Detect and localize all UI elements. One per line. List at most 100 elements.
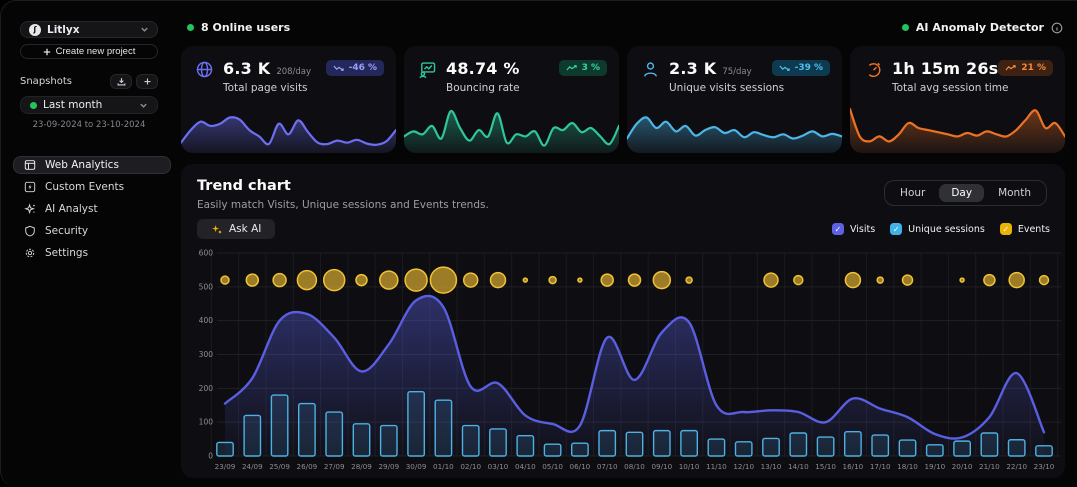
tab-day[interactable]: Day (939, 184, 984, 202)
tab-hour[interactable]: Hour (888, 184, 937, 202)
svg-text:16/10: 16/10 (843, 462, 864, 471)
svg-text:22/10: 22/10 (1006, 462, 1027, 471)
plus-icon (43, 48, 51, 56)
snapshots-label: Snapshots (20, 76, 106, 87)
svg-text:0: 0 (208, 452, 213, 461)
sidebar-item-label: AI Analyst (45, 203, 98, 215)
create-project-button[interactable]: Create new project (20, 44, 158, 59)
legend-visits-checkbox[interactable]: Visits (832, 223, 875, 235)
svg-text:26/09: 26/09 (297, 462, 318, 471)
svg-text:02/10: 02/10 (460, 462, 481, 471)
sidebar-item-custom-events[interactable]: Custom Events (13, 178, 171, 196)
plus-icon (143, 77, 152, 86)
svg-text:300: 300 (199, 350, 214, 359)
trend-badge: 21 % (998, 60, 1053, 76)
project-name: Litlyx (47, 24, 134, 36)
trend-badge-value: -39 % (795, 63, 823, 73)
svg-text:20/10: 20/10 (952, 462, 973, 471)
trend-down-icon (333, 64, 344, 72)
checkbox-checked-icon (890, 223, 902, 235)
trend-up-icon (566, 64, 577, 72)
sidebar-item-label: Custom Events (45, 181, 124, 193)
info-icon[interactable] (1051, 22, 1063, 34)
chevron-down-icon (140, 25, 149, 34)
sparkline-chart (627, 101, 842, 153)
chevron-down-icon (139, 101, 148, 110)
app-window: ʃ Litlyx Create new project Snapshots La… (0, 0, 1077, 487)
sparkline-chart (404, 101, 619, 153)
gear-icon (24, 247, 36, 259)
svg-text:10/10: 10/10 (679, 462, 700, 471)
stat-card-unique-sessions: 2.3 K 75/day Unique visits sessions -39 … (627, 46, 842, 153)
sparkline-chart (850, 101, 1065, 153)
stat-card-total-page-visits: 6.3 K 208/day Total page visits -46 % (181, 46, 396, 153)
main-content: 8 Online users AI Anomaly Detector 6.3 K… (181, 1, 1077, 487)
ai-sparkle-icon (211, 224, 222, 235)
trend-chart-title: Trend chart (197, 178, 291, 194)
trend-badge-value: 3 % (582, 63, 600, 73)
svg-text:28/09: 28/09 (351, 462, 372, 471)
svg-text:400: 400 (199, 316, 214, 325)
sidebar-item-security[interactable]: Security (13, 222, 171, 240)
stat-card-avg-session-time: 1h 15m 26s Total avg session time 21 % (850, 46, 1065, 153)
svg-text:21/10: 21/10 (979, 462, 1000, 471)
litlyx-logo-icon: ʃ (29, 24, 41, 36)
svg-text:100: 100 (199, 418, 214, 427)
browser-layout-icon (24, 159, 36, 171)
sidebar-item-web-analytics[interactable]: Web Analytics (13, 156, 171, 174)
sparkles-icon (24, 203, 36, 215)
stat-card-bouncing-rate: 48.74 % Bouncing rate 3 % (404, 46, 619, 153)
trend-down-icon (779, 64, 790, 72)
svg-text:08/10: 08/10 (624, 462, 645, 471)
svg-text:27/09: 27/09 (324, 462, 345, 471)
stat-label: Unique visits sessions (669, 82, 784, 94)
sidebar-item-label: Security (45, 225, 88, 237)
svg-text:24/09: 24/09 (242, 462, 263, 471)
svg-text:06/10: 06/10 (570, 462, 591, 471)
lightning-square-icon (24, 181, 36, 193)
svg-text:18/10: 18/10 (897, 462, 918, 471)
svg-text:11/10: 11/10 (706, 462, 727, 471)
sidebar-item-ai-analyst[interactable]: AI Analyst (13, 200, 171, 218)
snapshot-selected-value: Last month (43, 99, 133, 111)
stat-value: 2.3 K (669, 59, 716, 78)
stat-cards-row: 6.3 K 208/day Total page visits -46 % (181, 46, 1065, 153)
trend-badge-value: -46 % (349, 63, 377, 73)
legend-events-checkbox[interactable]: Events (1000, 223, 1050, 235)
svg-text:15/10: 15/10 (815, 462, 836, 471)
legend-unique-sessions-checkbox[interactable]: Unique sessions (890, 223, 985, 235)
trend-chart-subtitle: Easily match Visits, Unique sessions and… (197, 199, 489, 211)
anomaly-status-dot (902, 24, 909, 31)
project-select[interactable]: ʃ Litlyx (20, 21, 158, 38)
svg-text:01/10: 01/10 (433, 462, 454, 471)
svg-text:14/10: 14/10 (788, 462, 809, 471)
time-range-tabs: Hour Day Month (884, 180, 1047, 206)
online-users-label: 8 Online users (201, 21, 290, 34)
snapshot-export-button[interactable] (110, 74, 132, 89)
download-icon (117, 77, 126, 86)
sidebar-item-settings[interactable]: Settings (13, 244, 171, 262)
svg-text:07/10: 07/10 (597, 462, 618, 471)
snapshot-add-button[interactable] (136, 74, 158, 89)
stat-label: Total avg session time (892, 82, 1008, 94)
snapshot-date-range: 23-09-2024 to 23-10-2024 (1, 120, 177, 130)
globe-icon (195, 60, 214, 83)
svg-text:04/10: 04/10 (515, 462, 536, 471)
online-users-indicator: 8 Online users (187, 21, 290, 34)
tab-month[interactable]: Month (986, 184, 1043, 202)
svg-text:09/10: 09/10 (651, 462, 672, 471)
stat-label: Bouncing rate (446, 82, 526, 94)
svg-text:19/10: 19/10 (924, 462, 945, 471)
trend-up-icon (1005, 64, 1016, 72)
svg-text:200: 200 (199, 384, 214, 393)
svg-text:23/10: 23/10 (1034, 462, 1055, 471)
snapshot-select[interactable]: Last month (20, 96, 158, 114)
trend-badge: -46 % (326, 60, 384, 76)
ask-ai-button[interactable]: Ask AI (197, 219, 275, 239)
trend-badge: -39 % (772, 60, 830, 76)
stat-label: Total page visits (223, 82, 311, 94)
stat-value: 48.74 % (446, 59, 520, 78)
stat-per-day: 208/day (276, 67, 311, 77)
user-icon (641, 60, 660, 83)
svg-text:13/10: 13/10 (761, 462, 782, 471)
